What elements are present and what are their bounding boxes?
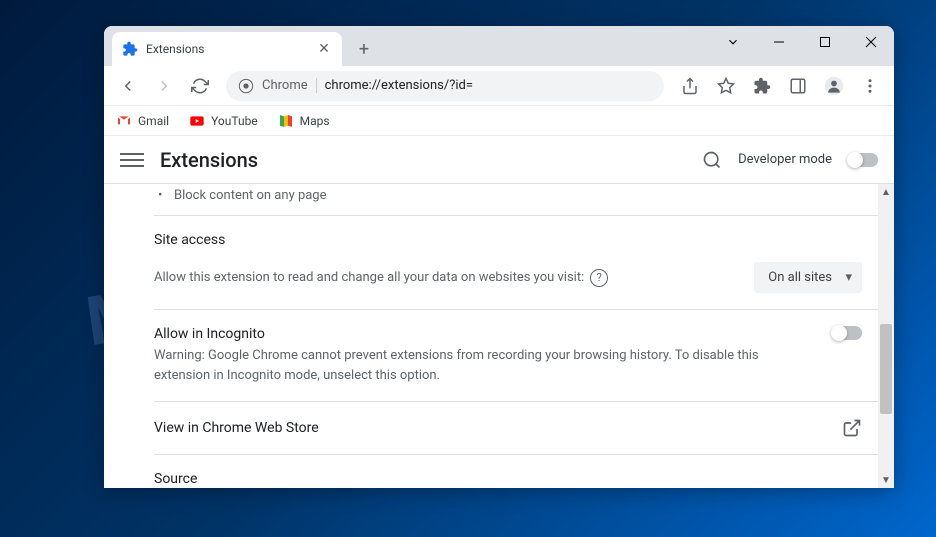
- extensions-icon[interactable]: [746, 70, 778, 102]
- forward-button[interactable]: [148, 70, 180, 102]
- address-bar[interactable]: Chrome chrome://extensions/?id=: [226, 71, 664, 101]
- bookmark-label: Gmail: [138, 114, 169, 128]
- hamburger-icon[interactable]: [120, 148, 144, 172]
- new-tab-button[interactable]: +: [350, 35, 378, 63]
- help-icon[interactable]: ?: [590, 269, 608, 287]
- address-prefix: Chrome: [262, 78, 317, 93]
- chrome-icon: [238, 78, 254, 94]
- content-area: Block content on any page Site access Al…: [104, 184, 878, 488]
- maximize-button[interactable]: [802, 26, 848, 58]
- tab-close-icon[interactable]: ✕: [316, 41, 332, 57]
- developer-mode-label: Developer mode: [738, 152, 832, 167]
- site-access-label: Site access: [154, 232, 862, 248]
- bookmark-label: Maps: [300, 114, 330, 128]
- tab-search-icon[interactable]: [710, 26, 756, 58]
- bookmark-icon[interactable]: [710, 70, 742, 102]
- close-button[interactable]: [848, 26, 894, 58]
- scroll-thumb[interactable]: [880, 324, 892, 414]
- scroll-down-icon[interactable]: ▼: [878, 472, 894, 488]
- gmail-icon: [116, 113, 132, 129]
- source-section: Source: [154, 454, 878, 488]
- toolbar: Chrome chrome://extensions/?id=: [104, 66, 894, 106]
- site-access-dropdown[interactable]: On all sites: [754, 262, 862, 293]
- address-url: chrome://extensions/?id=: [325, 78, 473, 93]
- scrollbar[interactable]: ▲ ▼: [878, 184, 894, 488]
- window-controls: [710, 26, 894, 58]
- sidepanel-icon[interactable]: [782, 70, 814, 102]
- youtube-icon: [189, 113, 205, 129]
- browser-window: Extensions ✕ + Chrome chrome://extension…: [104, 26, 894, 488]
- site-access-section: Site access Allow this extension to read…: [154, 215, 878, 309]
- webstore-section[interactable]: View in Chrome Web Store: [154, 401, 878, 454]
- bookmark-maps[interactable]: Maps: [278, 113, 330, 129]
- reload-button[interactable]: [184, 70, 216, 102]
- share-icon[interactable]: [674, 70, 706, 102]
- bookmark-youtube[interactable]: YouTube: [189, 113, 258, 129]
- webstore-label: View in Chrome Web Store: [154, 420, 319, 436]
- maps-icon: [278, 113, 294, 129]
- browser-tab[interactable]: Extensions ✕: [112, 32, 342, 66]
- menu-icon[interactable]: [854, 70, 886, 102]
- incognito-title: Allow in Incognito: [154, 326, 812, 342]
- search-icon[interactable]: [702, 150, 722, 170]
- profile-icon[interactable]: [818, 70, 850, 102]
- page-header: Extensions Developer mode: [104, 136, 894, 184]
- bookmarks-bar: Gmail YouTube Maps: [104, 106, 894, 136]
- extension-icon: [122, 41, 138, 57]
- incognito-section: Allow in Incognito Warning: Google Chrom…: [154, 309, 878, 401]
- incognito-warning: Warning: Google Chrome cannot prevent ex…: [154, 346, 812, 385]
- source-label: Source: [154, 471, 862, 487]
- minimize-button[interactable]: [756, 26, 802, 58]
- tab-title: Extensions: [146, 42, 204, 56]
- developer-mode-toggle[interactable]: [848, 153, 878, 167]
- bookmark-gmail[interactable]: Gmail: [116, 113, 169, 129]
- page-title: Extensions: [160, 148, 258, 172]
- permission-item: Block content on any page: [154, 184, 878, 215]
- open-external-icon: [842, 418, 862, 438]
- site-access-text: Allow this extension to read and change …: [154, 270, 584, 285]
- scroll-up-icon[interactable]: ▲: [878, 184, 894, 200]
- bookmark-label: YouTube: [211, 114, 258, 128]
- back-button[interactable]: [112, 70, 144, 102]
- titlebar: Extensions ✕ +: [104, 26, 894, 66]
- incognito-toggle[interactable]: [832, 326, 862, 340]
